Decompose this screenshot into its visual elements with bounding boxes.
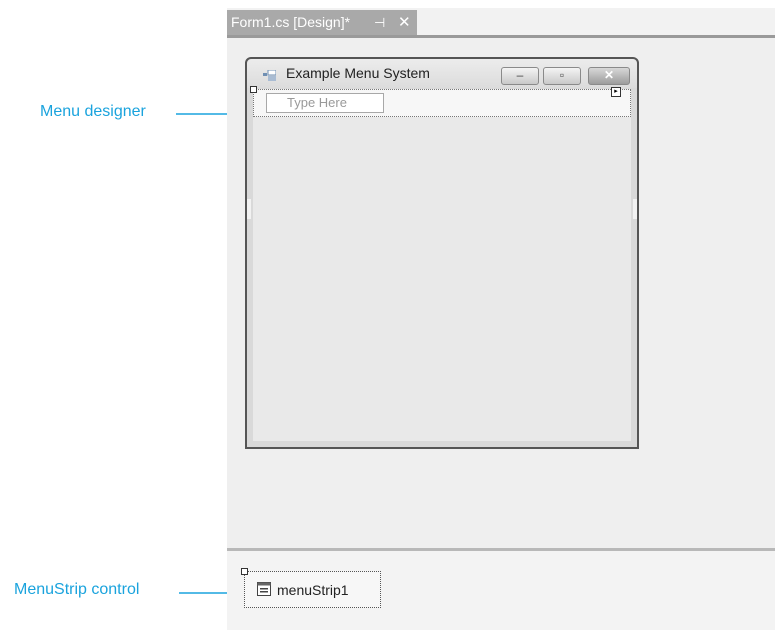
- tab-form1-design[interactable]: Form1.cs [Design]* ⊣ ✕: [227, 10, 417, 35]
- callout-menustrip-control: MenuStrip control: [14, 581, 140, 598]
- form-resize-grip-right[interactable]: [633, 199, 637, 219]
- document-tabstrip: Form1.cs [Design]* ⊣ ✕: [227, 8, 775, 36]
- tray-selection-handle[interactable]: [241, 568, 248, 575]
- menustrip-tray-item[interactable]: menuStrip1: [241, 568, 381, 608]
- pin-icon[interactable]: ⊣: [374, 10, 385, 35]
- menustrip-label: menuStrip1: [277, 582, 349, 598]
- maximize-button[interactable]: ▫: [543, 67, 581, 85]
- form-window[interactable]: Example Menu System – ▫ ✕ Type Here ▸: [245, 57, 639, 449]
- smart-tag-icon[interactable]: ▸: [611, 87, 621, 97]
- form-title: Example Menu System: [286, 65, 430, 81]
- form-resize-grip-left[interactable]: [247, 199, 251, 219]
- menustrip-icon: [257, 582, 271, 596]
- tab-title: Form1.cs [Design]*: [231, 14, 351, 30]
- close-tab-icon[interactable]: ✕: [398, 10, 411, 35]
- form-title-bar[interactable]: Example Menu System – ▫ ✕: [247, 59, 637, 88]
- form-client-area[interactable]: [253, 117, 631, 441]
- menu-designer-strip[interactable]: Type Here: [250, 86, 631, 117]
- selection-handle[interactable]: [250, 86, 257, 93]
- callout-menu-designer: Menu designer: [40, 103, 146, 120]
- minimize-button[interactable]: –: [501, 67, 539, 85]
- close-button[interactable]: ✕: [588, 67, 630, 85]
- type-here-input[interactable]: Type Here: [266, 93, 384, 113]
- form-icon: [263, 70, 276, 81]
